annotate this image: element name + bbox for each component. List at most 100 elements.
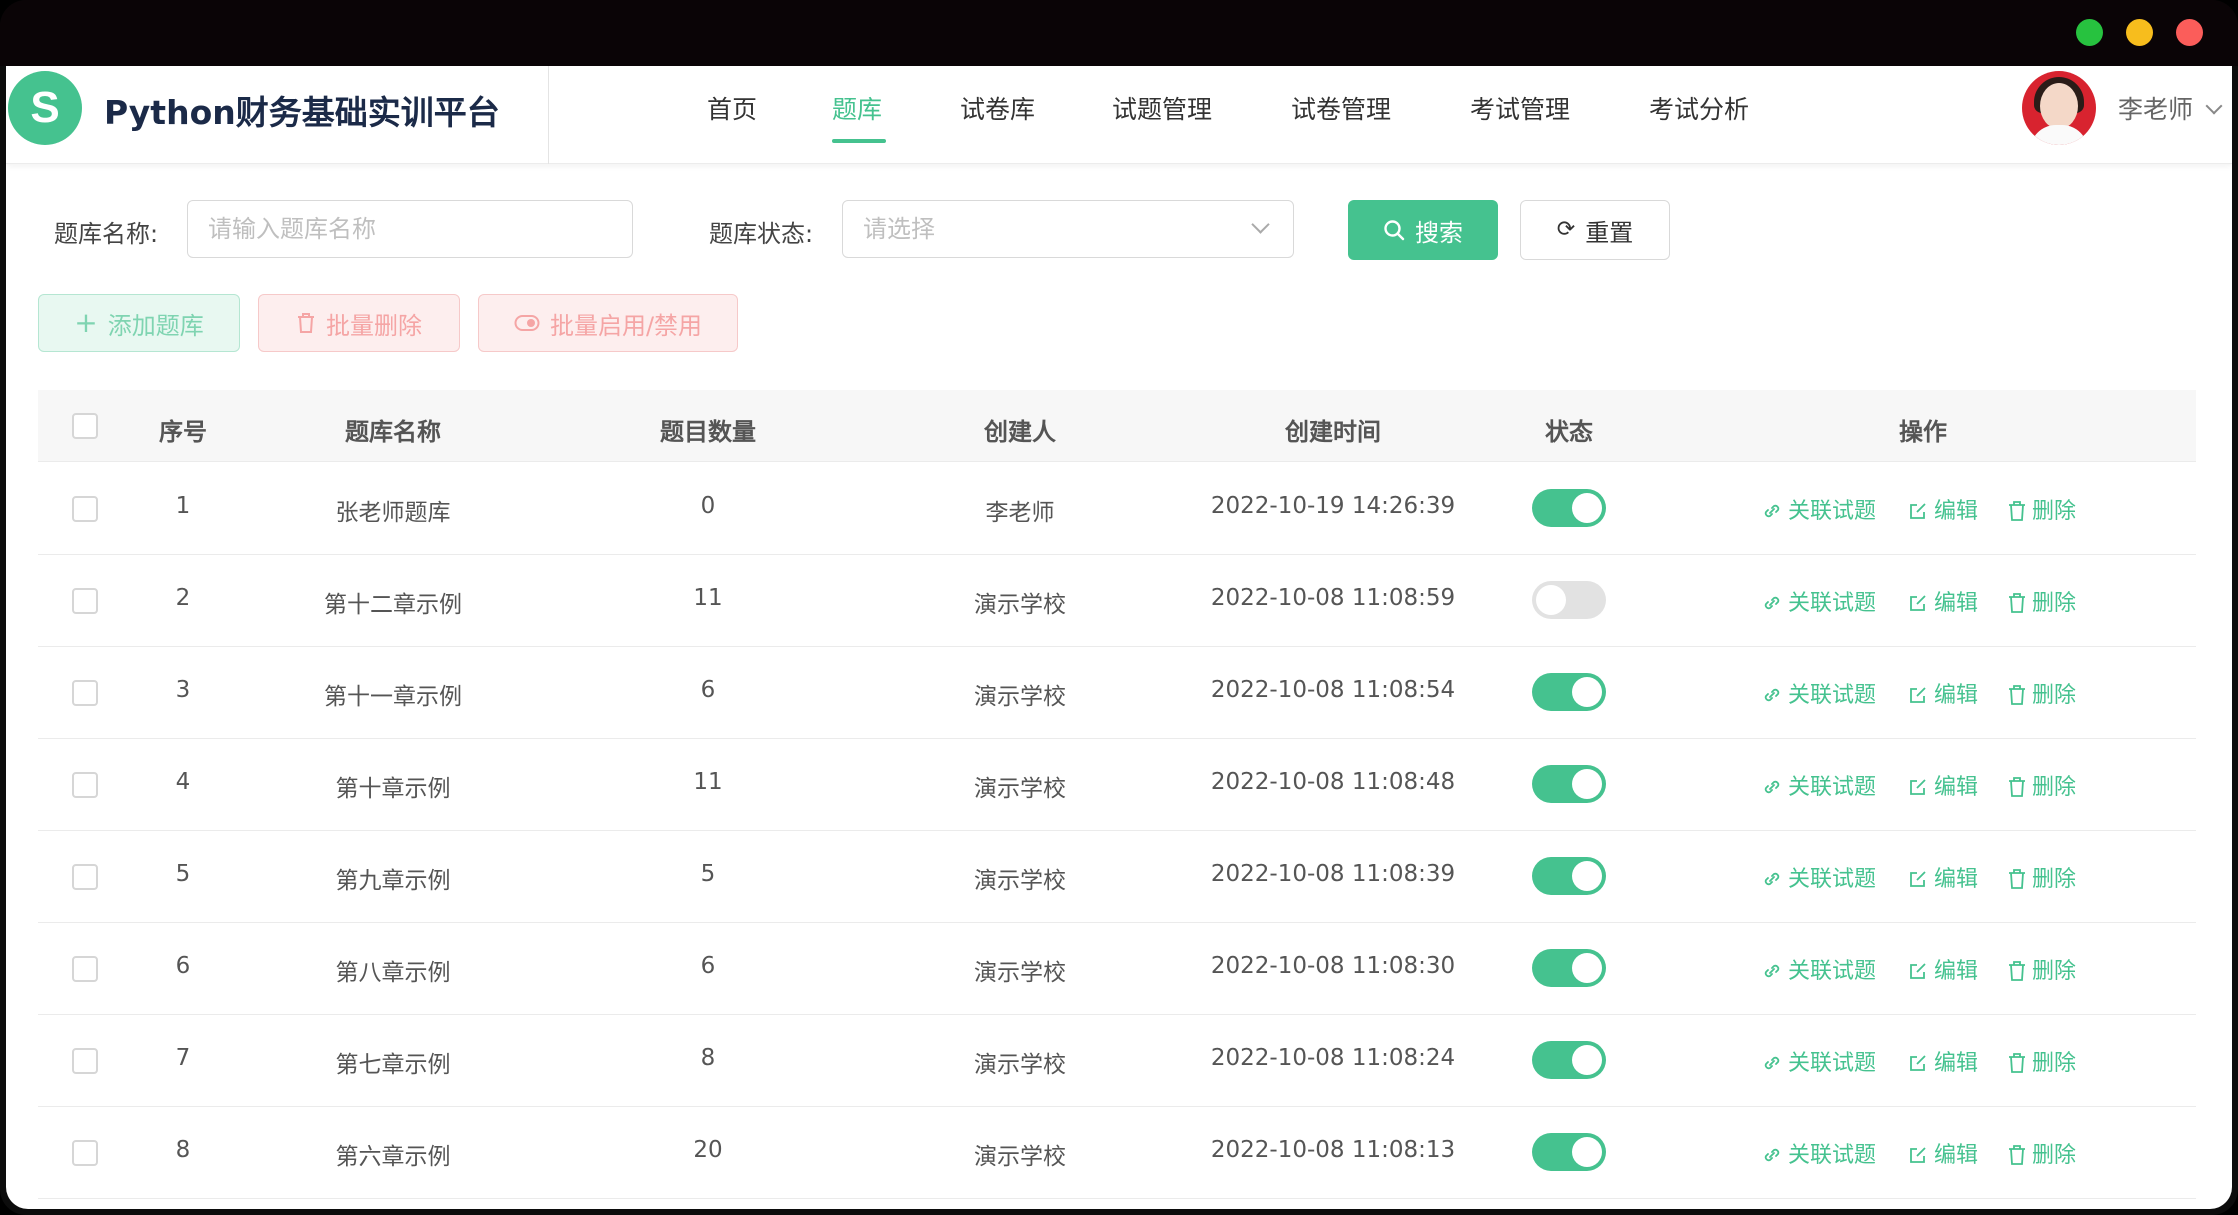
edit-button[interactable]: 编辑 <box>1908 493 1978 525</box>
edit-button[interactable]: 编辑 <box>1908 1137 1978 1169</box>
bank-name-field[interactable] <box>187 200 633 258</box>
column-header-count: 题目数量 <box>660 418 756 446</box>
row-checkbox[interactable] <box>72 864 98 890</box>
edit-button[interactable]: 编辑 <box>1908 677 1978 709</box>
delete-button[interactable]: 删除 <box>2008 1137 2076 1169</box>
nav-item-paper-bank[interactable]: 试卷库 <box>960 90 1035 126</box>
status-toggle[interactable] <box>1532 949 1606 987</box>
delete-button[interactable]: 删除 <box>2008 493 2076 525</box>
reset-button[interactable]: ⟳ 重置 <box>1520 200 1670 260</box>
minimize-button[interactable] <box>2126 19 2153 46</box>
select-all-checkbox[interactable] <box>72 413 98 439</box>
search-button[interactable]: 搜索 <box>1348 200 1498 260</box>
link-questions-button[interactable]: 关联试题 <box>1762 493 1876 525</box>
edit-button[interactable]: 编辑 <box>1908 585 1978 617</box>
status-toggle[interactable] <box>1532 489 1606 527</box>
nav-item-exam-management[interactable]: 考试管理 <box>1470 90 1570 126</box>
column-header-created: 创建时间 <box>1285 418 1381 446</box>
add-bank-button[interactable]: + 添加题库 <box>38 294 240 352</box>
status-toggle[interactable] <box>1532 673 1606 711</box>
delete-label: 删除 <box>2032 683 2077 708</box>
bank-status-input[interactable] <box>843 201 1293 257</box>
chevron-down-icon[interactable] <box>2205 97 2223 115</box>
table-row: 6 第八章示例 6 演示学校 2022-10-08 11:08:30 关联试题 编辑 删除 <box>38 923 2196 1015</box>
batch-toggle-button[interactable]: 批量启用/禁用 <box>478 294 738 352</box>
row-bank-name: 第七章示例 <box>335 1052 451 1078</box>
edit-icon <box>1910 595 1926 611</box>
nav-item-question-bank[interactable]: 题库 <box>832 90 882 126</box>
table-row: 7 第七章示例 8 演示学校 2022-10-08 11:08:24 关联试题 编辑 删除 <box>38 1015 2196 1107</box>
nav-item-question-management[interactable]: 试题管理 <box>1112 90 1212 126</box>
close-button[interactable] <box>2176 19 2203 46</box>
toggle-icon <box>514 315 540 331</box>
row-created-time: 2022-10-19 14:26:39 <box>1210 493 1456 519</box>
row-checkbox[interactable] <box>72 496 98 522</box>
nav-item-paper-management[interactable]: 试卷管理 <box>1291 90 1391 126</box>
maximize-button[interactable] <box>2076 19 2103 46</box>
delete-button[interactable]: 删除 <box>2008 585 2076 617</box>
delete-button[interactable]: 删除 <box>2008 677 2076 709</box>
link-questions-button[interactable]: 关联试题 <box>1762 953 1876 985</box>
nav-item-exam-analysis[interactable]: 考试分析 <box>1649 90 1749 126</box>
column-header-index: 序号 <box>159 418 207 446</box>
link-questions-button[interactable]: 关联试题 <box>1762 1137 1876 1169</box>
row-checkbox[interactable] <box>72 680 98 706</box>
link-questions-button[interactable]: 关联试题 <box>1762 769 1876 801</box>
row-bank-name: 张老师题库 <box>335 500 451 526</box>
bank-status-select[interactable] <box>842 200 1294 258</box>
status-toggle[interactable] <box>1532 1041 1606 1079</box>
plus-icon: + <box>74 306 98 339</box>
edit-button[interactable]: 编辑 <box>1908 1045 1978 1077</box>
row-bank-name: 第八章示例 <box>335 960 451 986</box>
status-toggle[interactable] <box>1532 857 1606 895</box>
delete-button[interactable]: 删除 <box>2008 953 2076 985</box>
row-created-time: 2022-10-08 11:08:13 <box>1210 1137 1456 1163</box>
link-questions-button[interactable]: 关联试题 <box>1762 861 1876 893</box>
edit-label: 编辑 <box>1934 1051 1979 1076</box>
row-checkbox[interactable] <box>72 1140 98 1166</box>
delete-button[interactable]: 删除 <box>2008 861 2076 893</box>
status-toggle[interactable] <box>1532 765 1606 803</box>
nav-item-home[interactable]: 首页 <box>707 90 757 126</box>
row-index: 4 <box>175 769 191 795</box>
edit-button[interactable]: 编辑 <box>1908 861 1978 893</box>
row-index: 1 <box>175 493 191 519</box>
link-icon <box>1764 596 1780 610</box>
link-questions-button[interactable]: 关联试题 <box>1762 585 1876 617</box>
link-questions-button[interactable]: 关联试题 <box>1762 1045 1876 1077</box>
trash-icon <box>2009 685 2025 705</box>
delete-button[interactable]: 删除 <box>2008 769 2076 801</box>
row-checkbox[interactable] <box>72 772 98 798</box>
app-title: Python财务基础实训平台 <box>104 93 500 132</box>
edit-button[interactable]: 编辑 <box>1908 769 1978 801</box>
row-index: 8 <box>175 1137 191 1163</box>
row-creator: 演示学校 <box>974 868 1066 894</box>
row-question-count: 0 <box>700 493 716 519</box>
edit-button[interactable]: 编辑 <box>1908 953 1978 985</box>
bank-status-label: 题库状态: <box>709 220 814 248</box>
add-bank-label: 添加题库 <box>107 311 204 340</box>
user-avatar[interactable] <box>2022 71 2096 145</box>
user-name[interactable]: 李老师 <box>2118 90 2193 126</box>
status-toggle[interactable] <box>1532 1133 1606 1171</box>
status-toggle[interactable] <box>1532 581 1606 619</box>
delete-button[interactable]: 删除 <box>2008 1045 2076 1077</box>
delete-label: 删除 <box>2032 1143 2077 1168</box>
column-header-name: 题库名称 <box>345 418 441 446</box>
batch-delete-label: 批量删除 <box>326 311 422 340</box>
delete-label: 删除 <box>2032 867 2077 892</box>
batch-delete-button[interactable]: 批量删除 <box>258 294 460 352</box>
row-checkbox[interactable] <box>72 956 98 982</box>
bank-name-input[interactable] <box>188 201 632 257</box>
link-questions-button[interactable]: 关联试题 <box>1762 677 1876 709</box>
row-checkbox[interactable] <box>72 1048 98 1074</box>
link-icon <box>1764 504 1780 518</box>
nav-active-indicator <box>832 139 886 143</box>
trash-icon <box>2009 1053 2025 1073</box>
edit-icon <box>1910 1055 1926 1071</box>
app-window: S Python财务基础实训平台 首页 题库 试卷库 试题管理 试卷管理 考试管… <box>0 0 2238 1215</box>
edit-label: 编辑 <box>1934 683 1979 708</box>
delete-label: 删除 <box>2032 775 2077 800</box>
row-checkbox[interactable] <box>72 588 98 614</box>
table-row: 4 第十章示例 11 演示学校 2022-10-08 11:08:48 关联试题 编辑 删除 <box>38 739 2196 831</box>
